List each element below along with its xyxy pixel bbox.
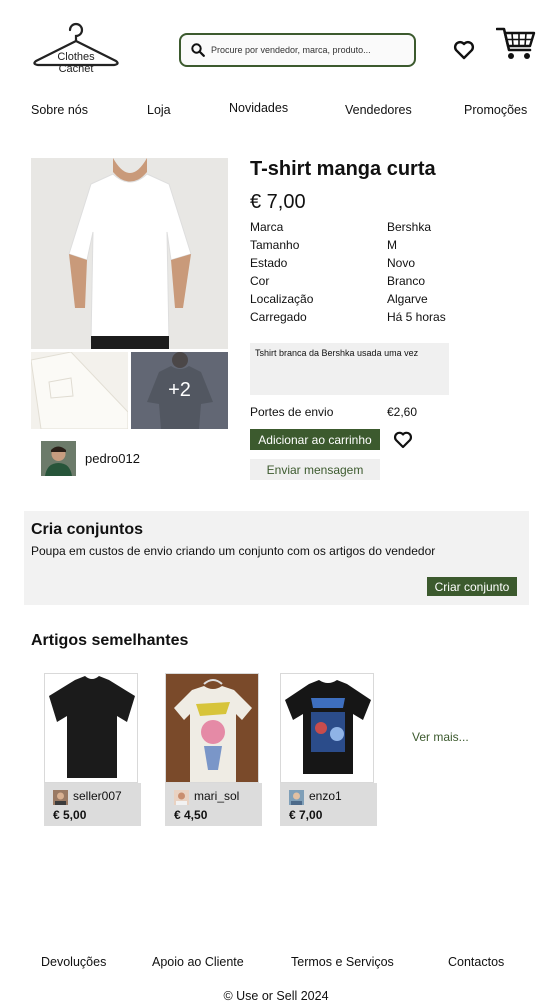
similar-item-info: seller007 € 5,00 (44, 783, 141, 826)
send-message-button[interactable]: Enviar mensagem (250, 459, 380, 480)
similar-item-info: mari_sol € 4,50 (165, 783, 262, 826)
similar-item-image (44, 673, 138, 783)
nav-item-new[interactable]: Novidades (229, 101, 288, 115)
attribute-value: Novo (387, 256, 416, 270)
cart-icon[interactable] (496, 26, 536, 62)
add-to-cart-button[interactable]: Adicionar ao carrinho (250, 429, 380, 450)
product-thumbnail-1[interactable] (31, 352, 128, 429)
similar-item-image (165, 673, 259, 783)
main-nav: Sobre nós Loja Novidades Vendedores Prom… (0, 101, 552, 119)
attribute-label: Localização (250, 292, 314, 306)
nav-item-promotions[interactable]: Promoções (464, 103, 527, 117)
attribute-row-uploaded: Carregado Há 5 horas (250, 310, 480, 328)
attribute-label: Tamanho (250, 238, 300, 252)
nav-item-about[interactable]: Sobre nós (31, 103, 88, 117)
copyright: © Use or Sell 2024 (223, 989, 329, 1003)
similar-item-seller: mari_sol (194, 789, 240, 803)
attribute-row-brand: Marca Bershka (250, 220, 480, 238)
attribute-row-size: Tamanho M (250, 238, 480, 256)
logo-text-line1: Clothes (57, 51, 95, 63)
attribute-row-color: Cor Branco (250, 274, 480, 292)
logo-text-line2: Cachet (58, 63, 94, 75)
create-bundle-button[interactable]: Criar conjunto (427, 577, 517, 596)
footer-link-support[interactable]: Apoio ao Cliente (152, 955, 244, 969)
avatar (41, 441, 76, 476)
avatar (174, 790, 189, 805)
attribute-label: Estado (250, 256, 288, 270)
bundle-subtitle: Poupa em custos de envio criando um conj… (31, 544, 436, 558)
more-photos-count: +2 (131, 352, 228, 429)
attribute-value: M (387, 238, 397, 252)
similar-item-seller: enzo1 (309, 789, 342, 803)
seller-username: pedro012 (85, 451, 140, 466)
attribute-label: Carregado (250, 310, 307, 324)
seller-profile[interactable]: pedro012 (41, 441, 140, 476)
attribute-value: Branco (387, 274, 426, 288)
bundle-title: Cria conjuntos (31, 521, 144, 538)
bundle-panel: Cria conjuntos Poupa em custos de envio … (24, 511, 529, 605)
product-thumbnail-more[interactable]: +2 (131, 352, 228, 429)
heart-icon[interactable] (453, 39, 475, 61)
see-more-link[interactable]: Ver mais... (412, 730, 469, 744)
shipping-label: Portes de envio (250, 405, 334, 419)
search-bar[interactable] (179, 33, 416, 67)
similar-item-price: € 5,00 (53, 808, 87, 822)
attribute-label: Cor (250, 274, 270, 288)
similar-item-card[interactable]: mari_sol € 4,50 (165, 673, 262, 826)
similar-item-card[interactable]: seller007 € 5,00 (44, 673, 141, 826)
search-icon[interactable] (191, 43, 205, 57)
logo[interactable]: Clothes Cachet (30, 20, 122, 78)
product-attributes: Marca Bershka Tamanho M Estado Novo Cor … (250, 220, 480, 328)
tshirt-fabric-image (31, 352, 128, 429)
similar-item-card[interactable]: enzo1 € 7,00 (280, 673, 377, 826)
attribute-row-condition: Estado Novo (250, 256, 480, 274)
nav-item-shop[interactable]: Loja (147, 103, 171, 117)
footer-link-terms[interactable]: Termos e Serviços (291, 955, 394, 969)
similar-item-info: enzo1 € 7,00 (280, 783, 377, 826)
attribute-value: Há 5 horas (387, 310, 446, 324)
footer-link-returns[interactable]: Devoluções (41, 955, 106, 969)
avatar (289, 790, 304, 805)
shipping-row: Portes de envio €2,60 (250, 405, 480, 421)
attribute-label: Marca (250, 220, 284, 234)
attribute-value: Bershka (387, 220, 432, 234)
product-price: € 7,00 (250, 191, 306, 213)
avatar (53, 790, 68, 805)
attribute-value: Algarve (387, 292, 428, 306)
product-description: Tshirt branca da Bershka usada uma vez (250, 343, 449, 395)
favorite-heart-icon[interactable] (393, 430, 413, 450)
similar-item-price: € 4,50 (174, 808, 208, 822)
search-input[interactable] (211, 45, 401, 55)
attribute-row-location: Localização Algarve (250, 292, 480, 310)
shipping-value: €2,60 (387, 405, 418, 419)
tshirt-model-image (31, 158, 228, 349)
footer-link-contacts[interactable]: Contactos (448, 955, 504, 969)
product-main-photo[interactable] (31, 158, 228, 349)
nav-item-sellers[interactable]: Vendedores (345, 103, 412, 117)
similar-items-title: Artigos semelhantes (31, 632, 189, 649)
similar-item-image (280, 673, 374, 783)
product-title: T-shirt manga curta (250, 158, 436, 180)
similar-item-price: € 7,00 (289, 808, 323, 822)
similar-item-seller: seller007 (73, 789, 122, 803)
